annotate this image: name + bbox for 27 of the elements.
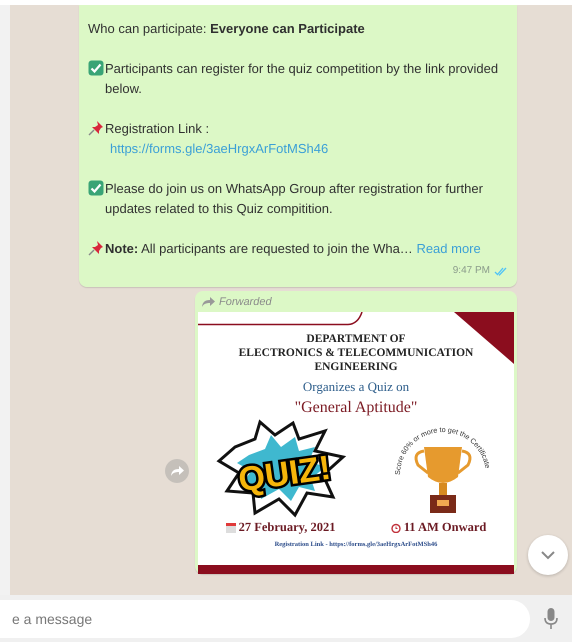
- message-text: Participants can register for the quiz competition by the link provided below.: [105, 60, 500, 98]
- quiz-time: 11 AM Onward: [404, 520, 486, 535]
- message-text: Who can participate: Everyone can Participate: [88, 21, 365, 36]
- department-title: DEPARTMENT OF ELECTRONICS & TELECOMMUNICATION ENGINEERING: [238, 332, 474, 374]
- poster-subtitle: Organizes a Quiz on: [302, 379, 410, 395]
- forward-arrow-icon: [202, 297, 215, 307]
- read-more-link[interactable]: Read more: [416, 241, 481, 256]
- pushpin-icon: [88, 120, 104, 136]
- message-time: 9:47 PM: [452, 264, 490, 278]
- pushpin-icon: [88, 240, 104, 256]
- forward-arrow-icon: [170, 466, 184, 476]
- registration-link[interactable]: https://forms.gle/3aeHrgxArFotMSh46: [88, 139, 508, 159]
- calendar-icon: [226, 522, 236, 532]
- message-input[interactable]: e a message: [0, 600, 530, 638]
- checkmark-icon: [88, 180, 104, 196]
- message-text: Please do join us on WhatsApp Group after registration for further updates related to this Quiz compitition.: [105, 180, 484, 218]
- checkmark-icon: [88, 60, 104, 76]
- forwarded-label: Forwarded: [219, 296, 272, 308]
- microphone-icon[interactable]: [544, 608, 558, 630]
- chevron-down-icon: [540, 550, 556, 560]
- alarm-clock-icon: [390, 522, 401, 532]
- message-text: Note: All participants are requested to join the Wha…: [105, 241, 413, 256]
- message-text: Registration Link :: [105, 121, 210, 136]
- quiz-topic: "General Aptitude": [294, 399, 418, 417]
- scroll-down-button[interactable]: [528, 535, 568, 575]
- forward-button[interactable]: [165, 459, 189, 483]
- quiz-date: 27 February, 2021: [238, 520, 336, 535]
